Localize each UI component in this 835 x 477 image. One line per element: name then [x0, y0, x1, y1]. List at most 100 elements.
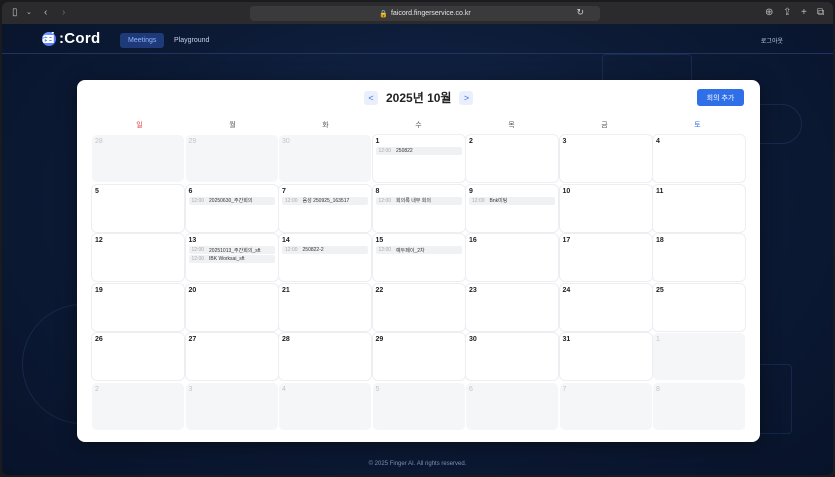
meeting-event[interactable]: 12:00 IBK Worksai_sft: [188, 255, 275, 263]
day-number: 28: [95, 138, 103, 145]
event-time: 12:00: [378, 148, 392, 154]
day-cell[interactable]: 30: [279, 135, 371, 182]
day-cell[interactable]: 4: [279, 382, 371, 430]
share-icon[interactable]: ⇪: [783, 6, 791, 20]
nav-meetings[interactable]: Meetings: [120, 33, 165, 48]
day-cell[interactable]: 14 12:00 250822-2: [279, 234, 371, 281]
download-icon[interactable]: ⊕: [765, 6, 773, 20]
day-cell[interactable]: 25: [653, 283, 745, 331]
day-cell[interactable]: 13 12:00 20251013_주간회의_sft 12:00 IBK Worksai…: [185, 234, 278, 281]
add-meeting-button[interactable]: 회의 추가: [697, 89, 744, 106]
day-cell[interactable]: 26: [92, 333, 184, 380]
day-cell[interactable]: 18: [653, 234, 745, 281]
next-month-button[interactable]: >: [459, 90, 474, 105]
event-title: 예두페이_2차: [396, 247, 425, 254]
lock-icon: 🔒: [379, 10, 388, 18]
forward-icon[interactable]: ›: [62, 6, 65, 20]
meeting-event[interactable]: 12:00 회의록 내부 회의: [375, 196, 462, 205]
back-icon[interactable]: ‹: [44, 6, 47, 20]
event-time: 12:00: [378, 197, 392, 204]
new-tab-icon[interactable]: +: [801, 6, 807, 20]
weekday-label: 일: [136, 122, 143, 129]
day-number: 2: [95, 385, 99, 393]
day-cell[interactable]: 5: [92, 184, 184, 232]
day-number: 4: [656, 138, 660, 145]
meeting-event[interactable]: 12:00 음성 250925_163517: [282, 196, 368, 205]
meeting-event[interactable]: 12:00 20250630_주간회의: [188, 196, 275, 205]
day-number: 6: [188, 187, 193, 195]
meeting-event[interactable]: 12:00 250822: [375, 147, 462, 155]
day-number: 11: [656, 187, 664, 195]
day-cell[interactable]: 21: [279, 283, 371, 331]
event-time: 12:00: [191, 247, 205, 253]
sidebar-toggle-icon[interactable]: ▯: [12, 6, 18, 20]
day-cell[interactable]: 28: [279, 333, 371, 380]
day-cell[interactable]: 16: [466, 234, 558, 281]
meeting-event[interactable]: 12:00 20251013_주간회의_sft: [188, 246, 275, 254]
day-number: 14: [282, 237, 290, 244]
day-cell[interactable]: 11: [653, 184, 745, 232]
weekday-label: 수: [415, 122, 422, 129]
weekday-label: 목: [508, 122, 515, 129]
day-cell[interactable]: 4: [653, 135, 745, 182]
day-number: 26: [95, 336, 103, 343]
day-number: 5: [375, 385, 380, 393]
day-cell[interactable]: 8 12:00 회의록 내부 회의: [372, 184, 465, 232]
day-number: 30: [282, 138, 290, 145]
day-cell[interactable]: 3: [559, 135, 652, 182]
tabs-overview-icon[interactable]: ⧉: [817, 6, 824, 20]
address-bar[interactable]: 🔒 faicord.fingerservice.co.kr ↻: [250, 6, 600, 21]
day-cell[interactable]: 15 12:00 예두페이_2차: [372, 234, 465, 281]
day-number: 15: [375, 237, 384, 244]
day-cell[interactable]: 30: [466, 333, 558, 380]
calendar-card: < 2025년 10월 > 회의 추가 일월화수목금토 28 29 30 1 12:00…: [77, 80, 760, 442]
day-cell[interactable]: 1 12:00 250822: [372, 135, 465, 182]
day-cell[interactable]: 1: [653, 333, 745, 380]
logout-link[interactable]: 로그아웃: [761, 36, 783, 45]
day-cell[interactable]: 23: [466, 283, 558, 331]
prev-month-button[interactable]: <: [364, 90, 378, 105]
day-number: 31: [562, 336, 571, 343]
event-time: 12:00: [191, 197, 205, 204]
meeting-event[interactable]: 12:00 Bnk미팅: [469, 196, 555, 205]
day-cell[interactable]: 29: [372, 333, 465, 380]
day-cell[interactable]: 22: [372, 283, 465, 331]
meeting-event[interactable]: 12:00 250822-2: [282, 246, 368, 254]
day-cell[interactable]: 20: [185, 283, 278, 331]
day-cell[interactable]: 6 12:00 20250630_주간회의: [185, 184, 278, 232]
day-cell[interactable]: 6: [466, 382, 558, 430]
day-cell[interactable]: 10: [559, 184, 652, 232]
day-number: 27: [188, 336, 197, 343]
day-cell[interactable]: 29: [185, 135, 278, 182]
day-number: 28: [282, 336, 290, 343]
day-number: 7: [562, 385, 567, 393]
day-cell[interactable]: 19: [92, 283, 184, 331]
event-time: 12:00: [285, 247, 298, 253]
day-number: 18: [656, 237, 664, 244]
day-cell[interactable]: 31: [559, 333, 652, 380]
chevron-down-icon[interactable]: ⌄: [26, 6, 32, 20]
reload-icon[interactable]: ↻: [576, 7, 584, 18]
day-cell[interactable]: 2: [92, 382, 184, 430]
day-cell[interactable]: 28: [92, 135, 184, 182]
meeting-event[interactable]: 12:00 예두페이_2차: [375, 246, 462, 254]
weekday-label: 금: [601, 122, 608, 129]
day-number: 12: [95, 237, 103, 244]
day-cell[interactable]: 9 12:00 Bnk미팅: [466, 184, 558, 232]
day-cell[interactable]: 8: [653, 382, 745, 430]
day-number: 30: [469, 336, 477, 343]
day-cell[interactable]: 24: [559, 283, 652, 331]
day-number: 13: [188, 237, 197, 244]
day-number: 17: [562, 237, 571, 244]
event-title: 250822-2: [302, 247, 324, 253]
day-cell[interactable]: 3: [185, 382, 278, 430]
day-cell[interactable]: 12: [92, 234, 184, 281]
nav-playground[interactable]: Playground: [166, 33, 217, 48]
day-cell[interactable]: 5: [372, 382, 465, 430]
day-cell[interactable]: 2: [466, 135, 558, 182]
month-title: 2025년 10월: [386, 91, 452, 105]
day-cell[interactable]: 17: [559, 234, 652, 281]
day-cell[interactable]: 7: [559, 382, 652, 430]
day-cell[interactable]: 7 12:00 음성 250925_163517: [279, 184, 371, 232]
day-cell[interactable]: 27: [185, 333, 278, 380]
